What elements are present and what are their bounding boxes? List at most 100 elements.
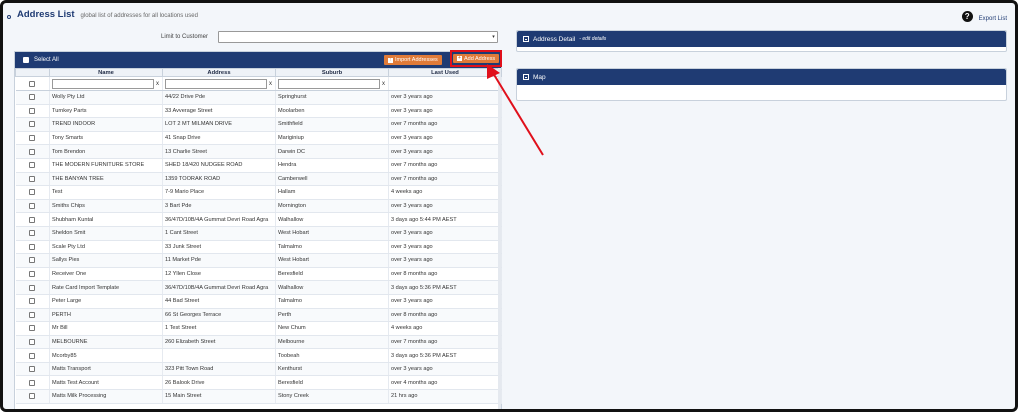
row-checkbox[interactable] bbox=[29, 284, 36, 291]
row-checkbox[interactable] bbox=[29, 216, 36, 223]
cell-last-used: over 7 months ago bbox=[388, 117, 502, 132]
cell-suburb: Perth bbox=[275, 308, 389, 323]
help-circle-icon[interactable]: ? bbox=[961, 11, 973, 22]
address-detail-subtitle: - edit details bbox=[579, 36, 607, 42]
row-checkbox[interactable] bbox=[29, 175, 36, 182]
add-address-highlight: + Add Address bbox=[450, 50, 503, 67]
suburb-filter-input[interactable] bbox=[278, 78, 380, 89]
table-row[interactable]: THE MODERN FURNITURE STORE SHED 18/420 NU… bbox=[15, 158, 502, 173]
row-checkbox[interactable] bbox=[29, 366, 36, 373]
row-checkbox[interactable] bbox=[29, 230, 36, 237]
table-row[interactable]: Matts Transport 323 Pitt Town Road Kenthur… bbox=[15, 362, 502, 377]
table-row[interactable]: PERTH 66 St Georges Terrace Perth over 8 mo… bbox=[15, 308, 502, 323]
cell-address: 15 Main Street bbox=[162, 389, 276, 404]
cell-name: THE MODERN FURNITURE STORE bbox=[49, 158, 163, 173]
cell-suburb: Camberwell bbox=[275, 172, 389, 187]
row-checkbox[interactable] bbox=[29, 311, 36, 318]
table-row[interactable]: Sheldon Smit 1 Cant Street West Hobart over… bbox=[15, 226, 502, 241]
table-row[interactable]: Rate Card Import Template 36/47D/10B/4A G… bbox=[15, 280, 502, 295]
row-checkbox[interactable] bbox=[29, 352, 36, 359]
row-checkbox[interactable] bbox=[29, 148, 36, 155]
customer-select[interactable]: ▾ bbox=[218, 31, 499, 43]
table-row[interactable]: Shubham Kuntal 36/47D/10B/4A Gummat Devri… bbox=[15, 212, 502, 227]
name-filter-input[interactable] bbox=[52, 78, 154, 89]
table-row[interactable]: Mr Bill 1 Test Street New Chum 4 weeks ago bbox=[15, 321, 502, 336]
table-row[interactable]: Smiths Chips 3 Bart Pde Mornington over 3 y… bbox=[15, 199, 502, 214]
row-checkbox-cell bbox=[15, 117, 50, 132]
row-checkbox[interactable] bbox=[29, 189, 36, 196]
table-row[interactable]: Tom Brendon 13 Charlie Street Darwin DC ove… bbox=[15, 144, 502, 159]
table-header-row: Name Address Suburb Last Used bbox=[15, 68, 502, 77]
row-checkbox[interactable] bbox=[29, 257, 36, 264]
address-filter-clear[interactable]: x bbox=[269, 81, 272, 87]
cell-last-used: over 7 months ago bbox=[388, 172, 502, 187]
column-header-suburb[interactable]: Suburb bbox=[275, 68, 389, 77]
row-checkbox[interactable] bbox=[29, 338, 36, 345]
name-filter-clear[interactable]: x bbox=[156, 81, 159, 87]
cell-last-used: over 3 years ago bbox=[388, 294, 502, 309]
row-checkbox[interactable] bbox=[29, 243, 36, 250]
row-checkbox[interactable] bbox=[29, 94, 36, 101]
cell-suburb: Walhallow bbox=[275, 280, 389, 295]
cell-address: 41 Snap Drive bbox=[162, 131, 276, 146]
row-checkbox[interactable] bbox=[29, 135, 36, 142]
row-checkbox-cell bbox=[15, 212, 50, 227]
add-address-button[interactable]: + Add Address bbox=[453, 54, 500, 63]
row-checkbox[interactable] bbox=[29, 393, 36, 400]
cell-suburb: West Hobart bbox=[275, 226, 389, 241]
table-row[interactable]: Matts Milk Processing 15 Main Street Stony… bbox=[15, 389, 502, 404]
cell-name: Smiths Chips bbox=[49, 199, 163, 214]
table-row[interactable]: Test 7-9 Mario Place Hallam 4 weeks ago bbox=[15, 185, 502, 200]
cell-name: Sheldon Smit bbox=[49, 226, 163, 241]
table-row[interactable]: Sallys Pies 11 Market Pde West Hobart over … bbox=[15, 253, 502, 268]
column-header-name[interactable]: Name bbox=[49, 68, 163, 77]
select-all-label[interactable]: Select All bbox=[34, 57, 59, 63]
cell-name: Receiver One bbox=[49, 267, 163, 282]
cell-name: Tom Brendon bbox=[49, 144, 163, 159]
column-header-address[interactable]: Address bbox=[162, 68, 276, 77]
table-row[interactable]: TREND INDOOR LOT 2 MT MILMAN DRIVE Smithfi… bbox=[15, 117, 502, 132]
row-checkbox[interactable] bbox=[29, 298, 36, 305]
header-row-checkbox[interactable] bbox=[29, 80, 36, 87]
page-title: Address List bbox=[17, 9, 75, 20]
address-filter-input[interactable] bbox=[165, 78, 267, 89]
cell-name: Scale Pty Ltd bbox=[49, 240, 163, 255]
export-list-label[interactable]: Export List bbox=[979, 16, 1007, 22]
cell-address: 66 St Georges Terrace bbox=[162, 308, 276, 323]
cell-suburb: Hendra bbox=[275, 158, 389, 173]
export-list-link[interactable]: ? Export List bbox=[961, 11, 1007, 22]
customer-filter: Limit to Customer ▾ bbox=[161, 31, 499, 43]
table-row[interactable]: Receiver One 12 Yllen Close Beresfield over… bbox=[15, 267, 502, 282]
import-addresses-button[interactable]: ↑ Import Addresses bbox=[384, 55, 442, 65]
chevron-down-icon[interactable]: ▾ bbox=[491, 33, 496, 41]
table-row[interactable]: Matts Test Account 26 Balook Drive Beresfi… bbox=[15, 375, 502, 391]
row-checkbox[interactable] bbox=[29, 325, 36, 332]
cell-name: Tony Smarts bbox=[49, 131, 163, 146]
cell-name: Test bbox=[49, 185, 163, 200]
table-row[interactable]: Wolly Pty Ltd 44/22 Drive Pde Springhurst o… bbox=[15, 90, 502, 105]
table-row[interactable]: Peter Large 44 Bad Street Talmalmo over 3 y… bbox=[15, 294, 502, 309]
row-checkbox-cell bbox=[15, 131, 50, 146]
table-scrollbar[interactable] bbox=[498, 68, 501, 409]
row-checkbox[interactable] bbox=[29, 162, 36, 169]
cell-last-used: over 8 months ago bbox=[388, 267, 502, 282]
row-checkbox[interactable] bbox=[29, 203, 36, 210]
cell-suburb: Stony Creek bbox=[275, 389, 389, 404]
column-header-last-used[interactable]: Last Used bbox=[388, 68, 502, 77]
suburb-filter-clear[interactable]: x bbox=[382, 81, 385, 87]
row-checkbox[interactable] bbox=[29, 107, 36, 114]
table-row[interactable]: Mcorby85 Toobeah 3 days ago 5:36 PM AEST bbox=[15, 348, 502, 363]
row-checkbox[interactable] bbox=[29, 271, 36, 278]
cell-last-used: over 7 months ago bbox=[388, 335, 502, 350]
cell-name: Sallys Pies bbox=[49, 253, 163, 268]
table-row[interactable]: Scale Pty Ltd 33 Junk Street Talmalmo over … bbox=[15, 240, 502, 255]
cell-last-used: 21 hrs ago bbox=[388, 389, 502, 404]
row-checkbox[interactable] bbox=[29, 379, 36, 386]
table-row[interactable]: THE BANYAN TREE 1359 TOORAK ROAD Camberwel… bbox=[15, 172, 502, 187]
row-checkbox[interactable] bbox=[29, 121, 36, 128]
table-row[interactable]: Turnkey Parts 33 Avverage Street Moolarben… bbox=[15, 104, 502, 119]
table-row[interactable]: Tony Smarts 41 Snap Drive Mariginiup over 3… bbox=[15, 131, 502, 146]
table-row[interactable]: MELBOURNE 260 Elizabeth Street Melbourne ov… bbox=[15, 335, 502, 350]
cell-suburb: Beresfield bbox=[275, 267, 389, 282]
select-all-checkbox[interactable] bbox=[23, 57, 29, 63]
